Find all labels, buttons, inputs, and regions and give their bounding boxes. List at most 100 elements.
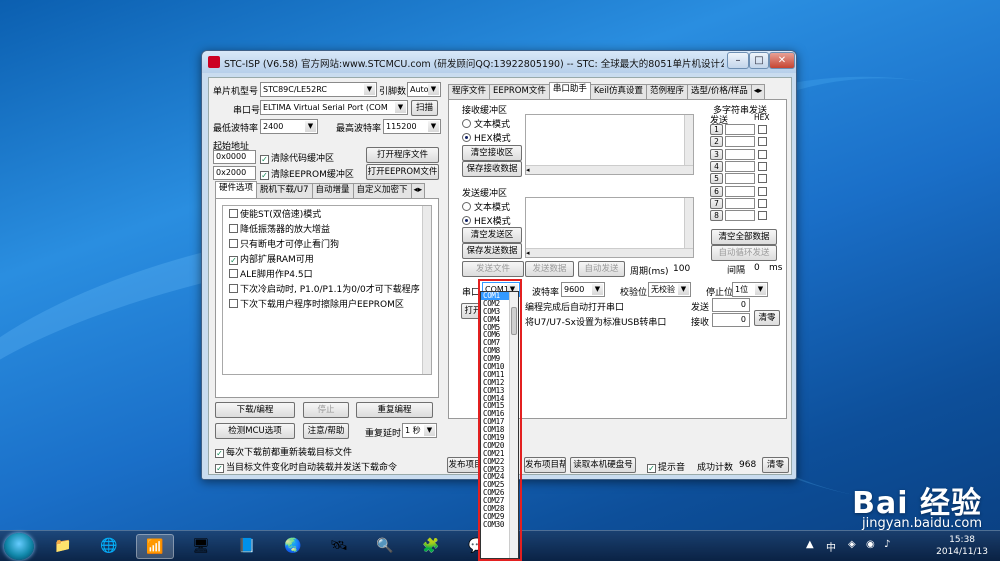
multi-send-button-1[interactable]: 1 — [710, 124, 723, 135]
tab-keil-sim[interactable]: Keil仿真设置 — [589, 84, 647, 99]
hardware-option-checkbox[interactable]: 降低振荡器的放大增益 — [229, 222, 330, 235]
retry-delay-select[interactable]: 1 秒 ▼ — [402, 423, 437, 438]
tray-network-icon[interactable]: ◉ — [866, 539, 875, 550]
app-icon-9[interactable]: 🧩 — [412, 534, 450, 559]
baud-select[interactable]: 9600 ▼ — [561, 282, 605, 297]
multi-string-input[interactable] — [725, 136, 755, 148]
period-value[interactable]: 100 — [673, 264, 690, 274]
com-port-dropdown[interactable]: COM1 COM2 COM3 COM4 COM5 COM6 COM7 COM8 COM9 COM1… — [480, 291, 519, 559]
open-eeprom-button[interactable]: 打开EEPROM文件 — [366, 164, 439, 180]
port-select[interactable]: ELTIMA Virtual Serial Port (COM ▼ — [260, 100, 408, 115]
beep-checkbox[interactable]: ✓ 提示音 — [647, 460, 685, 473]
parity-select[interactable]: 无校验 ▼ — [648, 282, 691, 297]
save-send-button[interactable]: 保存发送数据 — [462, 243, 522, 259]
save-recv-button[interactable]: 保存接收数据 — [462, 161, 522, 177]
send-hscrollbar[interactable]: ◂ — [526, 248, 693, 257]
multi-string-input[interactable] — [725, 148, 755, 160]
multi-hex-checkbox[interactable] — [758, 149, 767, 159]
clock[interactable]: 15:38 2014/11/13 — [936, 534, 988, 558]
hardware-option-checkbox[interactable]: ✓ 内部扩展RAM可用 — [229, 252, 314, 265]
clear-eeprom-checkbox[interactable]: ✓ 清除EEPROM缓冲区 — [260, 167, 354, 180]
stop-button[interactable]: 停止 — [303, 402, 349, 418]
multi-string-input[interactable] — [725, 173, 755, 185]
dropdown-scrollbar[interactable] — [509, 292, 518, 558]
stop-bits-select[interactable]: 1位 ▼ — [732, 282, 768, 297]
multi-string-input[interactable] — [725, 185, 755, 197]
tray-up-arrow-icon[interactable]: ▲ — [806, 539, 814, 550]
recv-hscrollbar[interactable]: ◂ — [526, 165, 693, 174]
multi-send-button-2[interactable]: 2 — [710, 136, 723, 148]
clear-success-button[interactable]: 清零 — [762, 457, 789, 473]
check-mcu-button[interactable]: 检测MCU选项 — [215, 423, 295, 439]
min-baud-select[interactable]: 2400 ▼ — [260, 119, 318, 134]
browser-icon[interactable]: 🌐 — [90, 534, 128, 559]
tab-program-file[interactable]: 程序文件 — [448, 84, 491, 99]
auto-reload-checkbox[interactable]: ✓ 当目标文件变化时自动装载并发送下载命令 — [215, 460, 397, 473]
app-icon-5[interactable]: 📘 — [228, 534, 266, 559]
multi-string-input[interactable] — [725, 197, 755, 209]
recv-buffer[interactable]: ◂ — [525, 114, 694, 175]
clear-recv-button[interactable]: 清空接收区 — [462, 145, 522, 161]
clear-all-button[interactable]: 清空全部数据 — [711, 229, 777, 245]
send-file-button[interactable]: 发送文件 — [462, 261, 524, 277]
hardware-option-checkbox[interactable]: ALE脚用作P4.5口 — [229, 267, 313, 280]
open-program-button[interactable]: 打开程序文件 — [366, 147, 439, 163]
tab-examples[interactable]: 范例程序 — [645, 84, 688, 99]
auto-send-button[interactable]: 自动发送 — [578, 261, 625, 277]
dropdown-scroll-thumb[interactable] — [511, 307, 517, 335]
options-scrollbar[interactable] — [422, 206, 431, 374]
tab-eeprom-file[interactable]: EEPROM文件 — [489, 84, 550, 99]
mcu-select[interactable]: STC89C/LE52RC ▼ — [260, 82, 377, 97]
app-icon-7[interactable]: 🛰 — [320, 534, 358, 559]
stc-isp-taskbar-icon[interactable]: 📶 — [136, 534, 174, 559]
start-addr-input-1[interactable]: 0x0000 — [213, 150, 256, 164]
send-hex-mode-radio[interactable]: HEX模式 — [462, 214, 511, 227]
publish-button[interactable]: 发布项目 — [447, 457, 484, 473]
multi-send-button-6[interactable]: 6 — [710, 185, 723, 197]
multi-string-input[interactable] — [725, 124, 755, 135]
recv-hex-mode-radio[interactable]: HEX模式 — [462, 131, 511, 144]
hardware-option-checkbox[interactable]: 只有断电才可停止看门狗 — [229, 237, 339, 250]
maximize-button[interactable]: □ — [749, 52, 769, 69]
clear-count-button[interactable]: 清零 — [754, 310, 780, 326]
start-addr-input-2[interactable]: 0x2000 — [213, 166, 256, 180]
multi-hex-checkbox[interactable] — [758, 125, 767, 134]
scan-button[interactable]: 扫描 — [411, 100, 438, 116]
hardware-option-checkbox[interactable]: 下次冷启动时, P1.0/P1.1为0/0才可下载程序 — [229, 282, 420, 295]
multi-string-input[interactable] — [725, 210, 755, 222]
multi-string-input[interactable] — [725, 160, 755, 172]
hardware-option-checkbox[interactable]: 下次下载用户程序时擦除用户EEPROM区 — [229, 297, 404, 310]
app-icon-6[interactable]: 🌏 — [274, 534, 312, 559]
multi-send-button-3[interactable]: 3 — [710, 148, 723, 160]
minimize-button[interactable]: – — [727, 52, 749, 69]
multi-hex-checkbox[interactable] — [758, 198, 767, 208]
clear-code-checkbox[interactable]: ✓ 清除代码缓冲区 — [260, 151, 334, 164]
title-bar[interactable]: STC-ISP (V6.58) 官方网站:www.STCMCU.com (研发顾… — [202, 51, 796, 73]
usb-serial-checkbox[interactable]: 将U7/U7-Sx设置为标准USB转串口 — [525, 315, 666, 328]
multi-hex-checkbox[interactable] — [758, 186, 767, 196]
multi-hex-checkbox[interactable] — [758, 137, 767, 147]
tab-selection[interactable]: 选型/价格/样品 — [686, 84, 752, 99]
app-icon-8[interactable]: 🔍 — [366, 534, 404, 559]
clear-send-button[interactable]: 清空发送区 — [462, 227, 522, 243]
ime-indicator[interactable]: 中 — [826, 539, 836, 554]
hardware-option-checkbox[interactable]: 使能ST(双倍速)模式 — [229, 207, 321, 220]
tray-volume-icon[interactable]: ♪ — [884, 539, 890, 550]
tab-offline[interactable]: 脱机下载/U7 — [256, 183, 313, 198]
recv-text-mode-radio[interactable]: 文本模式 — [462, 117, 510, 130]
multi-send-button-4[interactable]: 4 — [710, 160, 723, 172]
auto-open-checkbox[interactable]: 编程完成后自动打开串口 — [525, 300, 624, 313]
tab-serial-assistant[interactable]: 串口助手 — [548, 82, 591, 99]
multi-hex-checkbox[interactable] — [758, 161, 767, 171]
help-button[interactable]: 注意/帮助 — [303, 423, 349, 439]
auto-loop-button[interactable]: 自动循环发送 — [711, 245, 777, 261]
interval-value[interactable]: 0 — [754, 263, 760, 273]
explorer-icon[interactable]: 📁 — [44, 534, 82, 559]
multi-send-button-7[interactable]: 7 — [710, 197, 723, 209]
download-button[interactable]: 下载/编程 — [215, 402, 295, 418]
send-buffer[interactable]: ◂ — [525, 197, 694, 258]
tab-hardware[interactable]: 硬件选项 — [215, 181, 258, 198]
publish-help-button[interactable]: 发布项目帮助 — [524, 457, 566, 473]
multi-send-button-5[interactable]: 5 — [710, 173, 723, 185]
multi-send-button-8[interactable]: 8 — [710, 210, 723, 222]
